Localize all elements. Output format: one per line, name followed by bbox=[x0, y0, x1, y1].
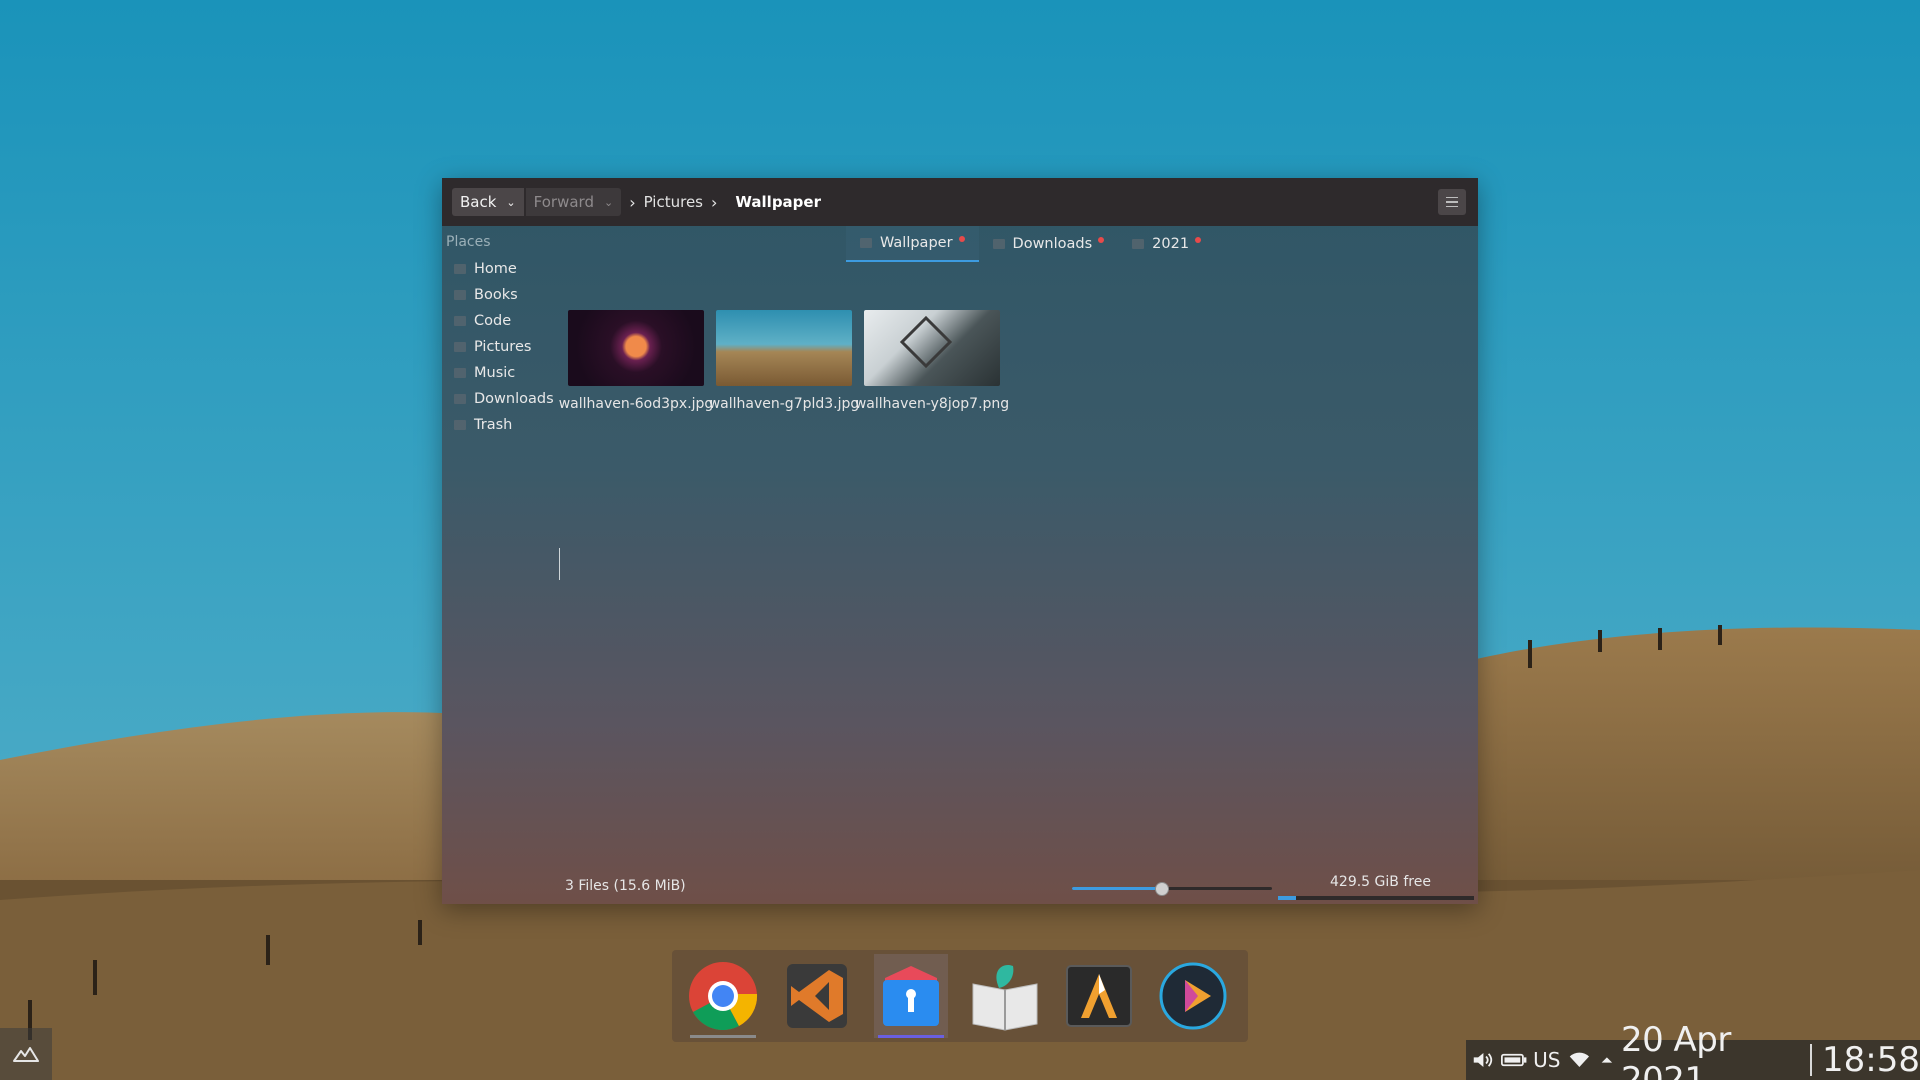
system-tray: US 20 Apr 2021 18:58 bbox=[1466, 1020, 1920, 1080]
back-label: Back bbox=[460, 193, 497, 211]
clock-date[interactable]: 20 Apr 2021 bbox=[1621, 1020, 1800, 1080]
chrome-icon bbox=[689, 962, 758, 1030]
tab-2021[interactable]: 2021 bbox=[1118, 226, 1215, 262]
tab-downloads[interactable]: Downloads bbox=[979, 226, 1119, 262]
sidebar-item-trash[interactable]: Trash bbox=[446, 412, 576, 438]
file-name: wallhaven-g7pld3.jpg bbox=[708, 396, 860, 412]
tab-wallpaper[interactable]: Wallpaper bbox=[846, 226, 979, 262]
download-icon bbox=[454, 394, 466, 404]
tab-label: 2021 bbox=[1152, 236, 1190, 252]
dock-item-vscode[interactable] bbox=[780, 954, 854, 1038]
sidebar-item-home[interactable]: Home bbox=[446, 256, 576, 282]
battery-icon[interactable] bbox=[1500, 1051, 1527, 1069]
chevron-down-icon[interactable]: ⌄ bbox=[506, 196, 515, 209]
zoom-slider[interactable] bbox=[1072, 882, 1272, 896]
places-sidebar: Places Home Books Code Pictures Music Do… bbox=[446, 234, 576, 438]
home-icon bbox=[454, 264, 466, 274]
file-thumbnail[interactable] bbox=[568, 310, 704, 386]
vscode-icon bbox=[787, 964, 847, 1028]
divider bbox=[1810, 1044, 1813, 1076]
folder-icon bbox=[454, 316, 466, 326]
sidebar-item-label: Downloads bbox=[474, 391, 554, 407]
forward-button[interactable]: Forward ⌄ bbox=[525, 188, 622, 216]
tab-close-dot[interactable] bbox=[1195, 237, 1202, 243]
zoom-slider-handle[interactable] bbox=[1155, 882, 1169, 896]
chevron-down-icon[interactable]: ⌄ bbox=[604, 196, 613, 209]
folder-icon bbox=[1132, 239, 1145, 249]
zoom-slider-fill bbox=[1072, 887, 1162, 890]
dock-item-reader[interactable] bbox=[968, 954, 1042, 1038]
folder-icon bbox=[992, 239, 1005, 249]
reader-icon bbox=[972, 964, 1038, 1031]
trash-icon bbox=[454, 420, 466, 430]
file-name: wallhaven-6od3px.jpg bbox=[558, 396, 714, 412]
title-bar: Back ⌄ Forward ⌄ › Pictures › Wallpaper bbox=[442, 178, 1478, 226]
chevron-right-icon: › bbox=[711, 192, 718, 212]
clock-time[interactable]: 18:58 bbox=[1822, 1040, 1920, 1080]
tab-close-dot[interactable] bbox=[958, 236, 965, 242]
free-space-label: 429.5 GiB free bbox=[1330, 874, 1431, 890]
dock bbox=[672, 950, 1248, 1042]
sidebar-item-label: Code bbox=[474, 313, 512, 329]
file-grid: wallhaven-6od3px.jpg wallhaven-g7pld3.jp… bbox=[559, 310, 1009, 412]
tab-close-dot[interactable] bbox=[1098, 237, 1105, 243]
mountain-icon bbox=[13, 1047, 39, 1062]
breadcrumb-pictures[interactable]: Pictures bbox=[644, 193, 703, 211]
files-icon bbox=[883, 966, 939, 1026]
sidebar-item-music[interactable]: Music bbox=[446, 360, 576, 386]
file-item[interactable]: wallhaven-6od3px.jpg bbox=[559, 310, 713, 412]
dock-item-files[interactable] bbox=[874, 954, 948, 1038]
wifi-icon[interactable] bbox=[1568, 1050, 1591, 1070]
sidebar-item-books[interactable]: Books bbox=[446, 282, 576, 308]
status-bar: 3 Files (15.6 MiB) 429.5 GiB free bbox=[442, 874, 1478, 904]
sidebar-item-label: Books bbox=[474, 287, 518, 303]
file-name: wallhaven-y8jop7.png bbox=[854, 396, 1010, 412]
back-button[interactable]: Back ⌄ bbox=[452, 188, 524, 216]
diamond-icon bbox=[899, 315, 953, 369]
sidebar-item-code[interactable]: Code bbox=[446, 308, 576, 334]
sidebar-item-label: Pictures bbox=[474, 339, 532, 355]
folder-icon bbox=[860, 238, 872, 248]
hamburger-menu-icon[interactable] bbox=[1438, 189, 1466, 215]
tab-label: Downloads bbox=[1012, 236, 1093, 252]
disk-usage-fill bbox=[1278, 896, 1296, 900]
file-manager-window: Back ⌄ Forward ⌄ › Pictures › Wallpaper … bbox=[442, 178, 1478, 904]
dock-item-chrome[interactable] bbox=[686, 954, 760, 1038]
file-item[interactable]: wallhaven-y8jop7.png bbox=[855, 310, 1009, 412]
chevron-right-icon: › bbox=[629, 192, 636, 212]
forward-label: Forward bbox=[533, 193, 594, 211]
dock-item-kdenlive[interactable] bbox=[1062, 954, 1136, 1038]
folder-icon bbox=[454, 342, 466, 352]
sidebar-item-label: Music bbox=[474, 365, 516, 381]
sidebar-item-label: Home bbox=[474, 261, 517, 277]
sidebar-item-downloads[interactable]: Downloads bbox=[446, 386, 576, 412]
dock-item-media-player[interactable] bbox=[1156, 954, 1230, 1038]
tab-bar: Wallpaper Downloads 2021 bbox=[846, 226, 1215, 262]
file-thumbnail[interactable] bbox=[716, 310, 852, 386]
volume-icon[interactable] bbox=[1472, 1049, 1495, 1071]
folder-icon bbox=[454, 290, 466, 300]
app-launcher-button[interactable] bbox=[0, 1028, 52, 1080]
chevron-up-icon[interactable] bbox=[1599, 1053, 1615, 1067]
keyboard-layout[interactable]: US bbox=[1533, 1048, 1560, 1072]
text-cursor bbox=[559, 548, 560, 580]
music-icon bbox=[454, 368, 466, 378]
places-title: Places bbox=[446, 234, 491, 250]
file-item[interactable]: wallhaven-g7pld3.jpg bbox=[709, 310, 859, 412]
breadcrumb-wallpaper[interactable]: Wallpaper bbox=[735, 193, 821, 211]
kdenlive-icon bbox=[1066, 965, 1132, 1027]
file-summary: 3 Files (15.6 MiB) bbox=[565, 878, 686, 894]
sidebar-item-label: Trash bbox=[474, 417, 513, 433]
tab-label: Wallpaper bbox=[880, 235, 953, 251]
file-thumbnail[interactable] bbox=[864, 310, 1000, 386]
disk-usage-bar bbox=[1278, 896, 1474, 900]
media-player-icon bbox=[1159, 962, 1227, 1030]
sidebar-item-pictures[interactable]: Pictures bbox=[446, 334, 576, 360]
